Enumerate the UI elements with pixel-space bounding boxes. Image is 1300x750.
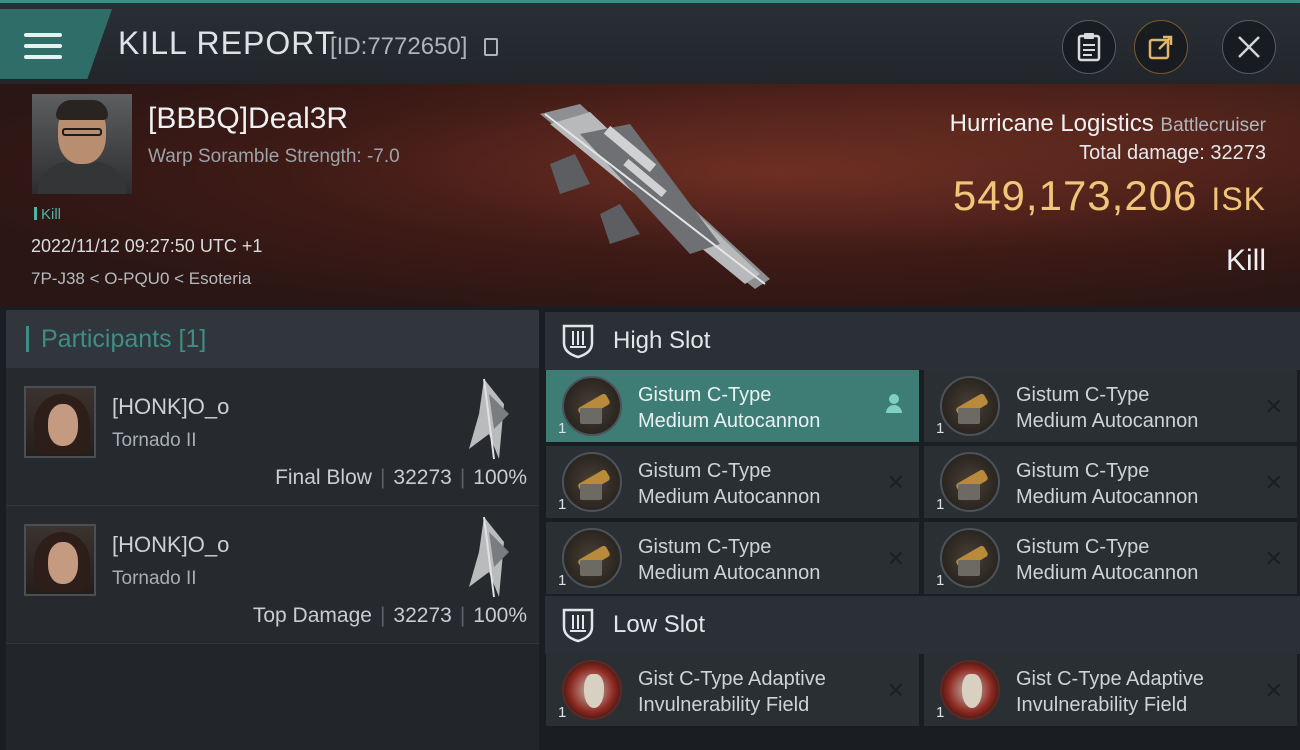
clipboard-button[interactable]	[1062, 20, 1116, 74]
menu-button[interactable]	[0, 9, 112, 79]
participant-avatar	[24, 386, 96, 458]
autocannon-icon	[940, 452, 1000, 512]
autocannon-icon	[562, 528, 622, 588]
destroyed-x-icon: ✕	[1264, 678, 1283, 703]
hamburger-icon	[24, 33, 62, 63]
close-button[interactable]	[1222, 20, 1276, 74]
autocannon-icon	[562, 452, 622, 512]
participants-panel: Participants [1] [HONK]O_o Tornado II Fi…	[6, 310, 539, 750]
ship-name[interactable]: Hurricane Logistics Battlecruiser	[950, 110, 1266, 138]
isk-value: 549,173,206 ISK	[952, 172, 1266, 219]
high-slot-item[interactable]: 1 Gistum C-Type Medium Autocannon ✕	[924, 370, 1297, 442]
share-button[interactable]	[1134, 20, 1188, 74]
high-slot-item[interactable]: 1 Gistum C-Type Medium Autocannon ✕	[546, 446, 919, 518]
victim-name[interactable]: [BBBQ]Deal3R	[148, 102, 348, 136]
high-slot-item[interactable]: 1 Gistum C-Type Medium Autocannon ✕	[546, 522, 919, 594]
participant-ship: Tornado II	[112, 568, 197, 589]
participant-row[interactable]: [HONK]O_o Tornado II Final Blow | 32273 | 10…	[6, 368, 539, 506]
destroyed-x-icon: ✕	[886, 678, 905, 703]
destroyed-x-icon: ✕	[1264, 394, 1283, 419]
top-bar: KILL REPORT [ID:7772650]	[0, 0, 1300, 84]
high-slot-header: High Slot	[545, 312, 1300, 370]
share-icon	[1148, 35, 1173, 60]
destroyed-x-icon: ✕	[1264, 470, 1283, 495]
low-slot-icon	[562, 608, 594, 643]
participant-ship: Tornado II	[112, 430, 197, 451]
page-title: KILL REPORT	[118, 25, 336, 61]
participant-ship-image	[469, 378, 509, 460]
person-icon[interactable]	[885, 394, 903, 414]
clipboard-icon	[1077, 33, 1101, 62]
kill-location: 7P-J38 < O-PQU0 < Esoteria	[31, 269, 252, 288]
high-slot-item[interactable]: 1 Gistum C-Type Medium Autocannon	[546, 370, 919, 442]
participant-avatar	[24, 524, 96, 596]
participant-stats: Top Damage | 32273 | 100%	[252, 604, 527, 627]
high-slot-item[interactable]: 1 Gistum C-Type Medium Autocannon ✕	[924, 446, 1297, 518]
autocannon-icon	[562, 376, 622, 436]
destroyed-x-icon: ✕	[886, 470, 905, 495]
kill-tag: Kill	[34, 206, 61, 223]
participant-ship-image	[469, 516, 509, 598]
participant-stats: Final Blow | 32273 | 100%	[275, 466, 527, 489]
report-id: [ID:7772650]	[330, 33, 468, 60]
invulnerability-field-icon	[562, 660, 622, 720]
destroyed-x-icon: ✕	[1264, 546, 1283, 571]
participants-header: Participants [1]	[6, 310, 539, 368]
invulnerability-field-icon	[940, 660, 1000, 720]
total-damage: Total damage: 32273	[1079, 142, 1266, 164]
destroyed-x-icon: ✕	[886, 546, 905, 571]
high-slot-icon	[562, 324, 594, 359]
autocannon-icon	[940, 376, 1000, 436]
participant-row[interactable]: [HONK]O_o Tornado II Top Damage | 32273 | 10…	[6, 506, 539, 644]
ship-image	[540, 104, 770, 289]
victim-portrait[interactable]	[32, 94, 132, 194]
participant-name: [HONK]O_o	[112, 394, 230, 419]
low-slot-header: Low Slot	[545, 596, 1300, 654]
low-slot-item[interactable]: 1 Gist C-Type Adaptive Invulnerability Fi…	[924, 654, 1297, 726]
victim-banner: [BBBQ]Deal3R Warp Soramble Strength: -7.…	[0, 84, 1300, 306]
warp-scramble-strength: Warp Soramble Strength: -7.0	[148, 146, 400, 167]
participant-name: [HONK]O_o	[112, 532, 230, 557]
copy-id-icon[interactable]	[484, 38, 498, 56]
kill-datetime: 2022/11/12 09:27:50 UTC +1	[31, 236, 263, 256]
autocannon-icon	[940, 528, 1000, 588]
low-slot-item[interactable]: 1 Gist C-Type Adaptive Invulnerability Fi…	[546, 654, 919, 726]
kill-result: Kill	[1225, 244, 1266, 277]
high-slot-item[interactable]: 1 Gistum C-Type Medium Autocannon ✕	[924, 522, 1297, 594]
close-icon	[1238, 36, 1260, 58]
